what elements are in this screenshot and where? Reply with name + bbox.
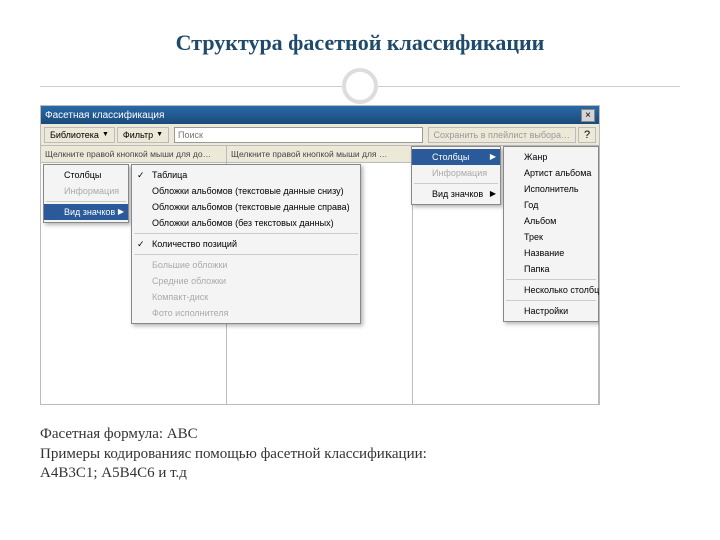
sidebar-panel-2: Столбцы ▶ Информация Вид значков ▶ xyxy=(411,146,501,205)
window: Фасетная классификация × Библиотека ▼ Фи… xyxy=(41,106,599,146)
check-icon: ✓ xyxy=(137,170,145,181)
menu-item-large: Большие обложки xyxy=(132,257,360,273)
chevron-right-icon: ▶ xyxy=(490,189,496,198)
close-icon[interactable]: × xyxy=(581,109,595,122)
context-menu-view: ✓ Таблица Обложки альбомов (текстовые дан… xyxy=(131,164,361,324)
decorative-ring xyxy=(342,68,378,104)
sidebar-item-label: Вид значков xyxy=(64,207,115,217)
help-button[interactable]: ? xyxy=(578,127,596,143)
menu-item-genre[interactable]: Жанр xyxy=(504,149,598,165)
filter-label: Фильтр xyxy=(123,130,153,140)
sidebar-item-view-2[interactable]: Вид значков ▶ xyxy=(412,186,500,202)
context-menu-columns: Жанр Артист альбома Исполнитель Год Альб… xyxy=(503,146,599,322)
separator xyxy=(134,254,358,255)
filter-button[interactable]: Фильтр ▼ xyxy=(117,127,169,143)
menu-item-folder[interactable]: Папка xyxy=(504,261,598,277)
column-header-2: Щелкните правой кнопкой мыши для … xyxy=(227,146,412,163)
menu-item-covers-none[interactable]: Обложки альбомов (без текстовых данных) xyxy=(132,215,360,231)
chevron-down-icon: ▼ xyxy=(102,131,109,138)
chevron-down-icon: ▼ xyxy=(156,131,163,138)
sidebar-item-view[interactable]: Вид значков ▶ xyxy=(44,204,128,220)
sidebar-item-columns[interactable]: Столбцы xyxy=(44,167,128,183)
menu-item-album-artist[interactable]: Артист альбома xyxy=(504,165,598,181)
save-playlist-label: Сохранить в плейлист выбора… xyxy=(434,130,571,140)
menu-item-title[interactable]: Название xyxy=(504,245,598,261)
separator xyxy=(506,300,596,301)
window-title: Фасетная классификация xyxy=(45,110,164,121)
sidebar-item-info-2: Информация xyxy=(412,165,500,181)
footer-text: Фасетная формула: АВС Примеры кодировани… xyxy=(40,425,680,484)
sidebar-item-columns-2[interactable]: Столбцы ▶ xyxy=(412,149,500,165)
footer-line-2: Примеры кодированияс помощью фасетной кл… xyxy=(40,445,680,465)
menu-item-count[interactable]: ✓ Количество позиций xyxy=(132,236,360,252)
menu-item-multiple-columns[interactable]: Несколько столбцов xyxy=(504,282,598,298)
search-input[interactable] xyxy=(174,127,422,143)
footer-line-1: Фасетная формула: АВС xyxy=(40,425,680,445)
menu-item-medium: Средние обложки xyxy=(132,273,360,289)
menu-item-track[interactable]: Трек xyxy=(504,229,598,245)
separator xyxy=(414,183,498,184)
menu-item-year[interactable]: Год xyxy=(504,197,598,213)
sidebar-panel-1: Столбцы Информация Вид значков ▶ xyxy=(43,164,129,223)
menu-item-table[interactable]: ✓ Таблица xyxy=(132,167,360,183)
app-screenshot: Фасетная классификация × Библиотека ▼ Фи… xyxy=(40,105,600,405)
save-playlist-button[interactable]: Сохранить в плейлист выбора… xyxy=(428,127,577,143)
library-label: Библиотека xyxy=(50,130,99,140)
menu-item-cd: Компакт-диск xyxy=(132,289,360,305)
menu-item-covers-right[interactable]: Обложки альбомов (текстовые данные справ… xyxy=(132,199,360,215)
titlebar: Фасетная классификация × xyxy=(41,106,599,124)
separator xyxy=(506,279,596,280)
menu-item-artist-photo: Фото исполнителя xyxy=(132,305,360,321)
menu-label: Таблица xyxy=(152,170,187,180)
page-title: Структура фасетной классификации xyxy=(40,30,680,56)
menu-label: Количество позиций xyxy=(152,239,237,249)
column-header-1: Щелкните правой кнопкой мыши для до… xyxy=(41,146,226,163)
separator xyxy=(134,233,358,234)
menu-item-settings[interactable]: Настройки xyxy=(504,303,598,319)
sidebar-item-info: Информация xyxy=(44,183,128,199)
toolbar: Библиотека ▼ Фильтр ▼ Сохранить в плейли… xyxy=(41,124,599,146)
sidebar-item-label: Вид значков xyxy=(432,189,483,199)
chevron-right-icon: ▶ xyxy=(118,207,124,216)
separator xyxy=(46,201,126,202)
menu-item-covers-below[interactable]: Обложки альбомов (текстовые данные снизу… xyxy=(132,183,360,199)
menu-item-artist[interactable]: Исполнитель xyxy=(504,181,598,197)
sidebar-item-label: Столбцы xyxy=(432,152,469,162)
check-icon: ✓ xyxy=(137,239,145,250)
chevron-right-icon: ▶ xyxy=(490,152,496,161)
menu-item-album[interactable]: Альбом xyxy=(504,213,598,229)
library-button[interactable]: Библиотека ▼ xyxy=(44,127,115,143)
footer-line-3: А4В3С1; А5В4С6 и т.д xyxy=(40,464,680,484)
